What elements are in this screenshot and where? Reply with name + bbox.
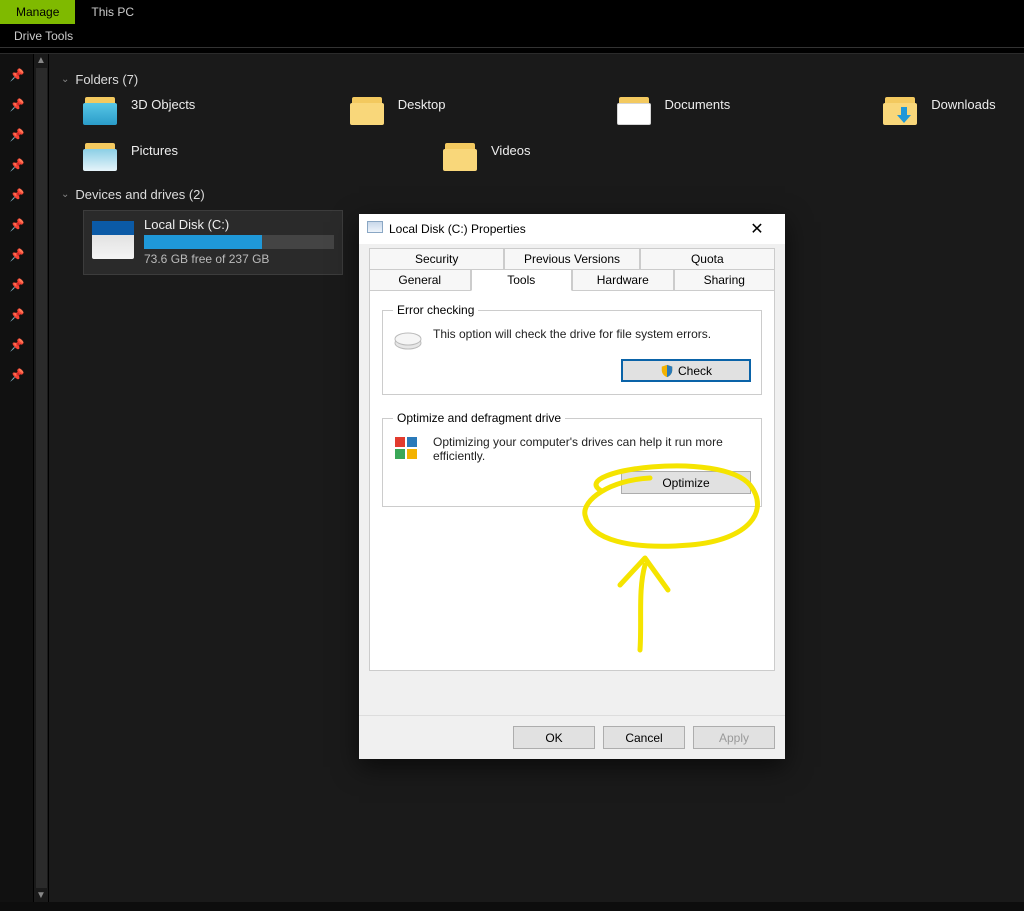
folder-icon xyxy=(83,141,121,173)
error-checking-group: Error checking This option will check th… xyxy=(382,303,762,395)
folder-documents[interactable]: Documents xyxy=(617,95,744,127)
pin-icon[interactable]: 📌 xyxy=(0,300,34,330)
chevron-down-icon: ⌄ xyxy=(61,189,69,200)
tab-hardware[interactable]: Hardware xyxy=(572,270,674,291)
folder-icon xyxy=(883,95,921,127)
ok-button[interactable]: OK xyxy=(513,726,595,749)
close-button[interactable]: ✕ xyxy=(737,219,777,239)
drive-local-c[interactable]: Local Disk (C:) 73.6 GB free of 237 GB xyxy=(83,210,343,275)
pin-icon[interactable]: 📌 xyxy=(0,60,34,90)
folder-label: Desktop xyxy=(398,95,446,112)
cancel-button[interactable]: Cancel xyxy=(603,726,685,749)
ribbon-tabs: Manage This PC xyxy=(0,0,1024,24)
optimize-button-label: Optimize xyxy=(662,476,709,490)
nav-scrollbar[interactable]: ▲ ▼ xyxy=(34,54,49,902)
optimize-button[interactable]: Optimize xyxy=(621,471,751,494)
drive-free-space: 73.6 GB free of 237 GB xyxy=(144,252,334,266)
folder-desktop[interactable]: Desktop xyxy=(350,95,477,127)
folder-label: Downloads xyxy=(931,95,995,112)
drives-group-header[interactable]: ⌄ Devices and drives (2) xyxy=(61,187,1010,202)
hard-drive-icon xyxy=(393,327,423,351)
tab-tools[interactable]: Tools xyxy=(471,270,573,291)
folder-label: Documents xyxy=(665,95,731,112)
tab-sharing[interactable]: Sharing xyxy=(674,270,776,291)
folder-icon xyxy=(617,95,655,127)
folders-header-label: Folders (7) xyxy=(75,72,138,87)
folder-label: Videos xyxy=(491,141,531,158)
folder-label: Pictures xyxy=(131,141,178,158)
folder-3d-objects[interactable]: 3D Objects xyxy=(83,95,210,127)
tab-quota[interactable]: Quota xyxy=(640,248,775,270)
pin-icon[interactable]: 📌 xyxy=(0,90,34,120)
quick-access-pin-rail: 📌 📌 📌 📌 📌 📌 📌 📌 📌 📌 📌 xyxy=(0,54,34,902)
defrag-icon xyxy=(393,435,423,459)
check-button[interactable]: Check xyxy=(621,359,751,382)
apply-button: Apply xyxy=(693,726,775,749)
folder-downloads[interactable]: Downloads xyxy=(883,95,1010,127)
properties-dialog: Local Disk (C:) Properties ✕ Security Pr… xyxy=(359,214,785,759)
pin-icon[interactable]: 📌 xyxy=(0,240,34,270)
folders-group-header[interactable]: ⌄ Folders (7) xyxy=(61,72,1010,87)
pin-icon[interactable]: 📌 xyxy=(0,270,34,300)
scroll-track[interactable] xyxy=(36,68,47,888)
pin-icon[interactable]: 📌 xyxy=(0,360,34,390)
dialog-button-row: OK Cancel Apply xyxy=(359,715,785,759)
ribbon-subtab-drive-tools[interactable]: Drive Tools xyxy=(0,24,1024,48)
folder-label: 3D Objects xyxy=(131,95,195,112)
error-checking-text: This option will check the drive for fil… xyxy=(433,327,711,341)
scroll-up-icon[interactable]: ▲ xyxy=(36,55,46,66)
dialog-title: Local Disk (C:) Properties xyxy=(389,222,737,236)
ribbon-tab-manage[interactable]: Manage xyxy=(0,0,75,24)
chevron-down-icon: ⌄ xyxy=(61,74,69,85)
tab-panel-tools: Error checking This option will check th… xyxy=(369,291,775,671)
pin-icon[interactable]: 📌 xyxy=(0,150,34,180)
tab-previous-versions[interactable]: Previous Versions xyxy=(504,248,639,270)
folder-pictures[interactable]: Pictures xyxy=(83,141,303,173)
tab-general[interactable]: General xyxy=(369,270,471,291)
folder-icon xyxy=(350,95,388,127)
drives-header-label: Devices and drives (2) xyxy=(75,187,204,202)
pin-icon[interactable]: 📌 xyxy=(0,210,34,240)
optimize-text: Optimizing your computer's drives can he… xyxy=(433,435,751,463)
dialog-titlebar[interactable]: Local Disk (C:) Properties ✕ xyxy=(359,214,785,244)
drive-usage-bar xyxy=(144,235,334,249)
error-checking-legend: Error checking xyxy=(393,303,478,317)
pin-icon[interactable]: 📌 xyxy=(0,330,34,360)
drive-icon xyxy=(92,221,134,259)
folder-icon xyxy=(443,141,481,173)
optimize-group: Optimize and defragment drive Optimizing… xyxy=(382,411,762,507)
optimize-legend: Optimize and defragment drive xyxy=(393,411,565,425)
shield-icon xyxy=(660,364,674,378)
pin-icon[interactable]: 📌 xyxy=(0,180,34,210)
folder-videos[interactable]: Videos xyxy=(443,141,663,173)
status-bar xyxy=(0,902,1024,911)
scroll-down-icon[interactable]: ▼ xyxy=(36,890,46,901)
folder-icon xyxy=(83,95,121,127)
tab-security[interactable]: Security xyxy=(369,248,504,270)
drive-name: Local Disk (C:) xyxy=(144,217,334,232)
check-button-label: Check xyxy=(678,364,712,378)
pin-icon[interactable]: 📌 xyxy=(0,120,34,150)
drive-icon xyxy=(367,221,383,237)
ribbon-tab-context[interactable]: This PC xyxy=(75,0,150,24)
